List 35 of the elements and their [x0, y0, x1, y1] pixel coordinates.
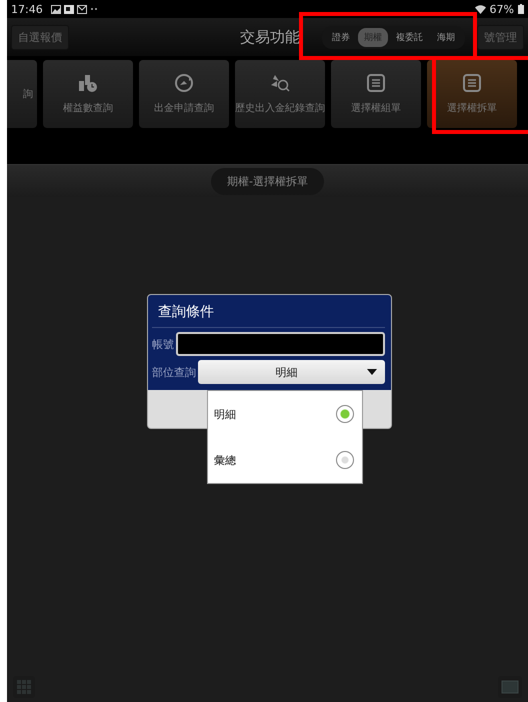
segment-tab[interactable]: 海期	[431, 28, 461, 46]
function-tile[interactable]: 權益數查詢	[43, 60, 133, 128]
coins-clock-icon	[77, 73, 99, 93]
arrows-coin-icon	[269, 73, 291, 93]
radio-button[interactable]	[336, 451, 354, 469]
function-tile[interactable]: 出金申請查詢	[139, 60, 229, 128]
list-icon	[366, 73, 386, 93]
account-label: 帳號	[152, 336, 174, 352]
more-icon	[90, 7, 98, 11]
function-tile[interactable]: 選擇權組單	[331, 60, 421, 128]
page-heading: 交易功能	[239, 28, 300, 46]
watchlist-button[interactable]: 自選報價	[11, 24, 69, 50]
account-management-button[interactable]: 號管理	[477, 24, 524, 50]
dialog-title: 查詢條件	[152, 303, 385, 328]
wifi-icon	[474, 4, 486, 14]
segment-tab[interactable]: 證券	[326, 28, 356, 46]
mail-icon	[76, 4, 87, 14]
position-label: 部位查詢	[152, 364, 196, 380]
battery-percent: 67%	[490, 2, 514, 16]
function-tile[interactable]: 歷史出入金紀錄查詢	[235, 60, 325, 128]
app-icon	[64, 4, 74, 14]
radio-button[interactable]	[336, 405, 354, 423]
function-tile[interactable]: 詢	[7, 60, 37, 128]
dropdown-option[interactable]: 明細	[208, 391, 362, 437]
function-tile[interactable]: 選擇權拆單	[427, 60, 517, 128]
battery-icon	[518, 4, 524, 14]
status-time: 17:46	[11, 2, 43, 16]
dropdown-option[interactable]: 彙總	[208, 437, 362, 483]
account-field[interactable]	[176, 332, 385, 356]
caret-icon	[367, 369, 377, 375]
page-title-pill: 期權-選擇權拆單	[211, 168, 324, 194]
list-icon	[462, 73, 482, 93]
position-dropdown[interactable]: 明細	[198, 360, 385, 384]
picture-icon	[50, 4, 61, 14]
segment-tab[interactable]: 複委託	[390, 28, 429, 46]
